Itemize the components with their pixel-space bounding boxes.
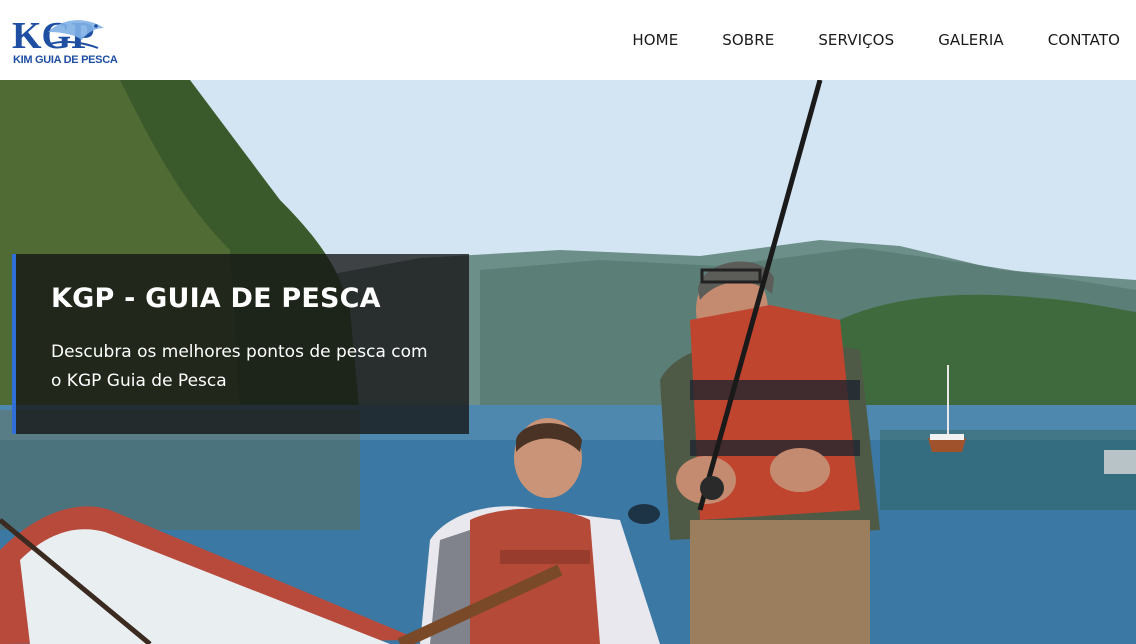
nav-sobre[interactable]: SOBRE xyxy=(722,31,774,49)
logo[interactable]: KGP KIM GUIA DE PESCA xyxy=(12,14,118,66)
nav-galeria[interactable]: GALERIA xyxy=(938,31,1004,49)
site-header: KGP KIM GUIA DE PESCA HOME SOBRE SERVIÇO… xyxy=(0,0,1136,80)
nav-contato[interactable]: CONTATO xyxy=(1048,31,1120,49)
fish-logo-icon: KGP xyxy=(12,15,104,57)
nav-servicos[interactable]: SERVIÇOS xyxy=(818,31,894,49)
hero-title: KGP - GUIA DE PESCA xyxy=(51,283,381,314)
logo-text: KIM GUIA DE PESCA xyxy=(13,54,118,66)
hero-subtitle: Descubra os melhores pontos de pesca com… xyxy=(51,342,428,391)
nav-home[interactable]: HOME xyxy=(632,31,678,49)
hero-banner: KGP - GUIA DE PESCA Descubra os melhores… xyxy=(0,80,1136,644)
hero-caption-box: KGP - GUIA DE PESCA Descubra os melhores… xyxy=(12,254,469,434)
main-nav: HOME SOBRE SERVIÇOS GALERIA CONTATO xyxy=(632,31,1120,49)
